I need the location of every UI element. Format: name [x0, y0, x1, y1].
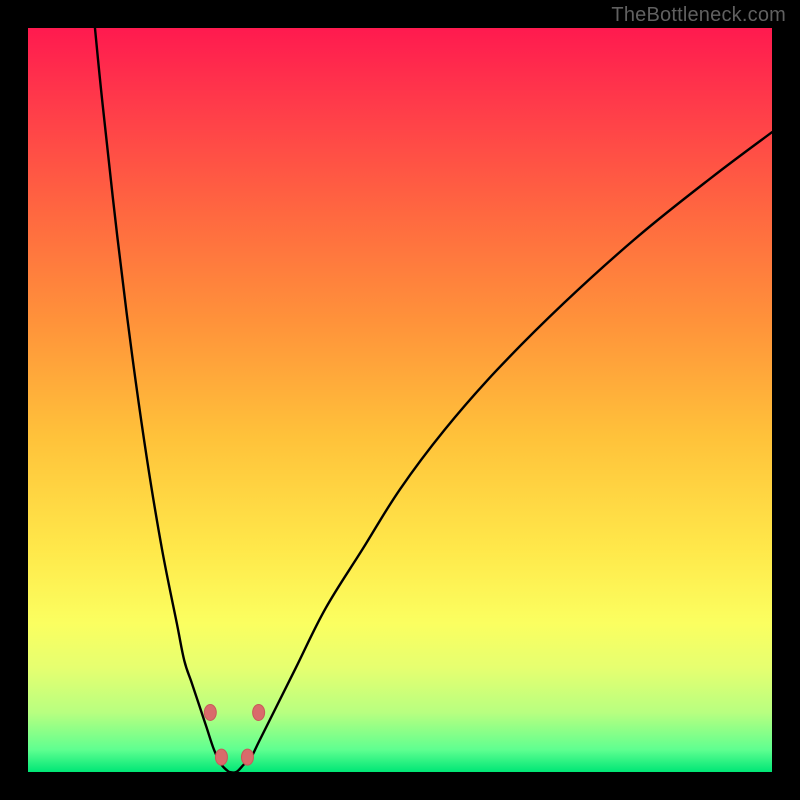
plot-area — [28, 28, 772, 772]
plot-svg — [28, 28, 772, 772]
curve-left-branch — [95, 28, 229, 772]
marker-dot-2 — [215, 749, 227, 765]
chart-frame: TheBottleneck.com — [0, 0, 800, 800]
marker-dot-1 — [253, 704, 265, 720]
marker-dot-0 — [204, 704, 216, 720]
bottom-marker-cluster — [204, 704, 264, 765]
marker-dot-3 — [241, 749, 253, 765]
curve-right-branch — [229, 132, 772, 772]
watermark-text: TheBottleneck.com — [611, 4, 786, 27]
